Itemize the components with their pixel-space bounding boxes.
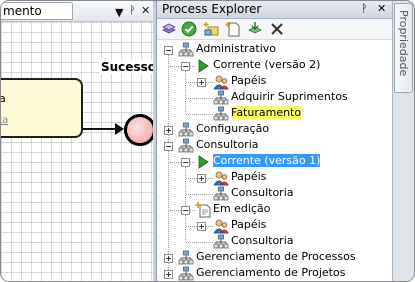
- process-tree-icon: [213, 90, 229, 106]
- collapse-toggle[interactable]: [164, 142, 173, 151]
- check-circle-icon[interactable]: [181, 21, 197, 37]
- tree-item-label[interactable]: Corrente (versão 1): [213, 154, 321, 167]
- tree-item-text: Gerenciamento de Projetos: [196, 266, 346, 279]
- explorer-toolbar: [157, 19, 392, 40]
- roles-icon: [213, 74, 229, 90]
- tree-item-text: Faturamento: [231, 106, 302, 119]
- tree-item-label[interactable]: Papéis: [231, 170, 266, 183]
- tree-item-label[interactable]: Faturamento: [231, 106, 302, 119]
- tree-line: [186, 242, 213, 243]
- panel-title: Process Explorer: [162, 2, 262, 16]
- tree-item-text: Consultoria: [196, 138, 259, 151]
- expand-toggle[interactable]: [197, 222, 206, 231]
- tree-item-text: Papéis: [231, 170, 267, 183]
- process-explorer-panel: Process Explorer ᚹ ✕ Administrativo Corr…: [156, 1, 392, 281]
- panel-title-bar: Process Explorer ᚹ ✕: [157, 1, 392, 19]
- process-tree-icon: [178, 266, 194, 281]
- process-tree-icon: [213, 234, 229, 250]
- tree-item-label[interactable]: Consultoria: [196, 138, 259, 151]
- expand-toggle[interactable]: [164, 126, 173, 135]
- tree-item-label[interactable]: Administrativo: [196, 42, 276, 55]
- tree-line: [186, 194, 213, 195]
- task-shape[interactable]: ça sta: [1, 78, 83, 138]
- tree-item-text: Consultoria: [231, 234, 294, 247]
- current-version-icon: [195, 154, 211, 170]
- tree-line: [185, 162, 186, 242]
- side-tab-strip: Propriedade: [392, 1, 414, 281]
- new-document-icon[interactable]: [225, 21, 241, 37]
- collapse-toggle[interactable]: [181, 62, 190, 71]
- collapse-toggle[interactable]: [164, 46, 173, 55]
- collapse-toggle[interactable]: [181, 206, 190, 215]
- tree-line: [186, 114, 213, 115]
- tree-item-label[interactable]: Consultoria: [231, 234, 294, 247]
- tree-item-text: Configuração: [196, 122, 270, 135]
- book-stack-icon[interactable]: [161, 21, 177, 37]
- app-window: mento ▼ ᚹ ✕ Sucesso ça sta Process Explo…: [0, 0, 415, 282]
- tree-item-label[interactable]: Gerenciamento de Projetos: [196, 266, 345, 279]
- tree-item-text: Papéis: [231, 218, 267, 231]
- tree-item-label[interactable]: Em edição: [213, 202, 271, 215]
- process-tree: Administrativo Corrente (versão 2) Papéis A…: [157, 40, 392, 281]
- tree-item-text: Consultoria: [231, 186, 294, 199]
- tree-item-text: Papéis: [231, 74, 267, 87]
- task-label: ça: [1, 92, 6, 105]
- tree-line: [185, 66, 186, 114]
- editing-icon: [195, 202, 211, 218]
- expand-toggle[interactable]: [197, 174, 206, 183]
- process-tree-icon: [178, 122, 194, 138]
- tree-item-text: Gerenciamento de Processos: [196, 250, 356, 263]
- tree-item-label[interactable]: Gerenciamento de Processos: [196, 250, 356, 263]
- end-event-label: Sucesso: [99, 60, 158, 74]
- task-link[interactable]: sta: [1, 115, 8, 126]
- panel-pin-icon[interactable]: ᚹ: [361, 2, 368, 16]
- tab-menu-icon[interactable]: ▼: [115, 6, 123, 19]
- end-event-shape[interactable]: [124, 114, 156, 146]
- panel-close-icon[interactable]: ✕: [377, 2, 386, 16]
- sequence-flow[interactable]: [83, 128, 119, 130]
- process-tree-icon: [178, 42, 194, 58]
- export-icon[interactable]: [247, 21, 263, 37]
- process-tree-icon: [213, 186, 229, 202]
- document-tab-bar: mento ▼ ᚹ ✕: [1, 1, 153, 22]
- roles-icon: [213, 218, 229, 234]
- document-area: mento ▼ ᚹ ✕ Sucesso ça sta: [1, 1, 158, 281]
- tree-item-text: Em edição: [213, 202, 271, 215]
- expand-toggle[interactable]: [164, 270, 173, 279]
- tree-item-label[interactable]: Adquirir Suprimentos: [231, 90, 348, 103]
- pin-icon[interactable]: ᚹ: [129, 4, 136, 17]
- collapse-toggle[interactable]: [181, 158, 190, 167]
- tree-line: [186, 98, 213, 99]
- tree-item-text: Adquirir Suprimentos: [231, 90, 348, 103]
- tree-item-text: Corrente (versão 1): [213, 154, 321, 167]
- sequence-flow-arrowhead: [115, 123, 124, 135]
- tree-item-text: Administrativo: [196, 42, 277, 55]
- close-icon[interactable]: ✕: [141, 4, 150, 17]
- tree-item-text: Corrente (versão 2): [213, 58, 321, 71]
- properties-tab[interactable]: Propriedade: [394, 3, 413, 93]
- current-version-icon: [195, 58, 211, 74]
- roles-icon: [213, 170, 229, 186]
- new-folder-icon[interactable]: [203, 21, 219, 37]
- tree-item-label[interactable]: Corrente (versão 2): [213, 58, 320, 71]
- tree-item-label[interactable]: Papéis: [231, 74, 266, 87]
- document-tab[interactable]: mento: [1, 2, 73, 20]
- tree-item-label[interactable]: Configuração: [196, 122, 269, 135]
- properties-tab-label: Propriedade: [397, 10, 410, 77]
- tree-item-label[interactable]: Consultoria: [231, 186, 294, 199]
- process-canvas[interactable]: Sucesso ça sta: [1, 22, 158, 281]
- process-tree-icon: [213, 106, 229, 122]
- delete-icon[interactable]: [269, 21, 285, 37]
- process-tree-icon: [178, 138, 194, 154]
- process-tree-icon: [178, 250, 194, 266]
- expand-toggle[interactable]: [197, 78, 206, 87]
- expand-toggle[interactable]: [164, 254, 173, 263]
- tree-item-label[interactable]: Papéis: [231, 218, 266, 231]
